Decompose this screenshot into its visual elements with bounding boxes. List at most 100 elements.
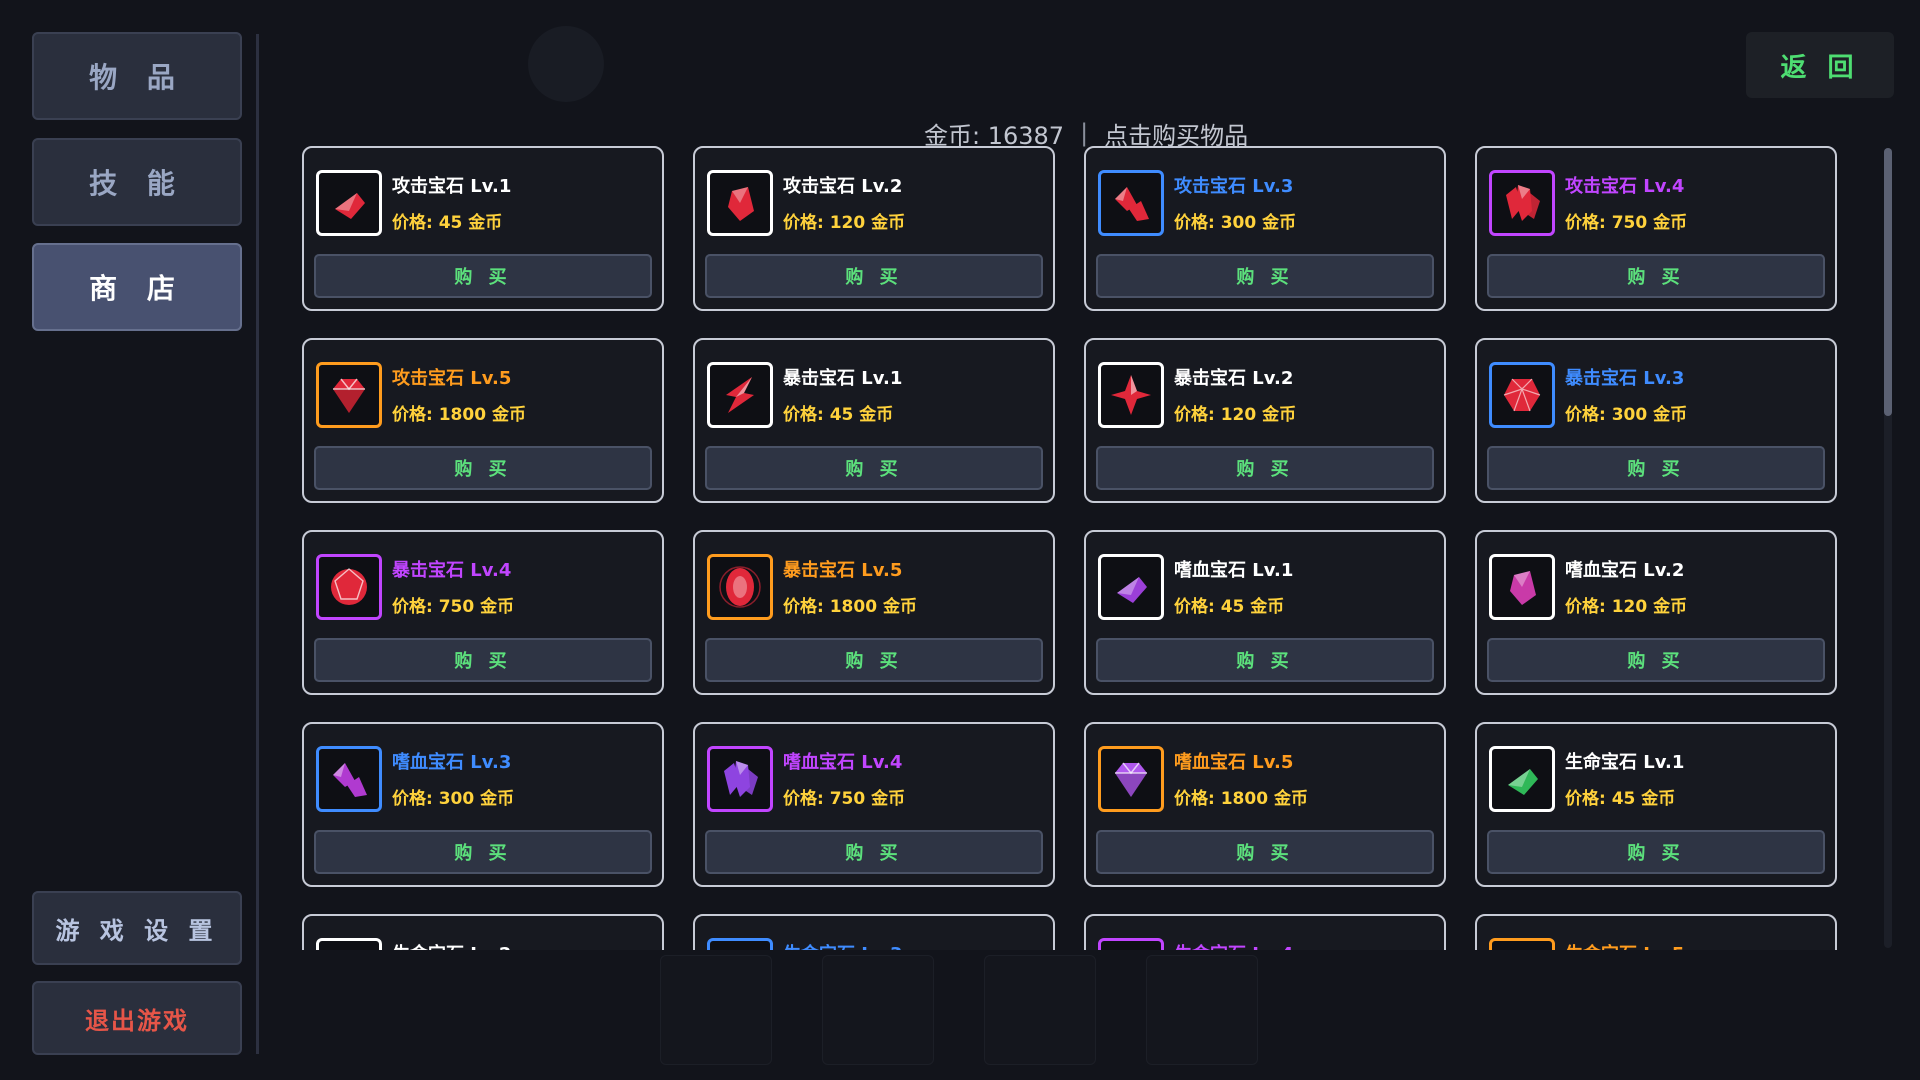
shop-item-card: 嗜血宝石 Lv.5 价格: 1800 金币购 买	[1084, 722, 1446, 887]
shard-crystal-icon	[707, 170, 773, 236]
item-name: 嗜血宝石 Lv.4	[783, 752, 903, 773]
buy-button[interactable]: 购 买	[1096, 254, 1434, 298]
background-skill-slot	[1146, 955, 1258, 1065]
game-settings-button[interactable]: 游 戏 设 置	[32, 891, 242, 965]
shop-item-card: 嗜血宝石 Lv.3 价格: 300 金币购 买	[302, 722, 664, 887]
back-button[interactable]: 返 回	[1746, 32, 1894, 98]
item-name: 攻击宝石 Lv.4	[1565, 176, 1685, 197]
shard-crystal-icon	[1489, 554, 1555, 620]
shard-pair-icon	[1098, 170, 1164, 236]
buy-button[interactable]: 购 买	[705, 638, 1043, 682]
shard-pair-icon	[316, 746, 382, 812]
item-name: 嗜血宝石 Lv.2	[1565, 560, 1685, 581]
sidebar-divider	[256, 34, 259, 1054]
item-name: 生命宝石 Lv.3	[783, 940, 902, 950]
shop-item-card: 攻击宝石 Lv.1 价格: 45 金币购 买	[302, 146, 664, 311]
shard-crystal-icon	[316, 938, 382, 950]
item-name: 攻击宝石 Lv.2	[783, 176, 903, 197]
background-skill-slot	[984, 955, 1096, 1065]
shop-item-card: 暴击宝石 Lv.3 价格: 300 金币购 买	[1475, 338, 1837, 503]
shop-scrollbar[interactable]	[1884, 148, 1892, 948]
item-price: 价格: 1800 金币	[1174, 789, 1308, 809]
diamond-gem-icon	[316, 362, 382, 428]
shop-item-card: 攻击宝石 Lv.5 价格: 1800 金币购 买	[302, 338, 664, 503]
background-skill-slot	[822, 955, 934, 1065]
item-price: 价格: 300 金币	[1565, 405, 1688, 425]
item-price: 价格: 750 金币	[392, 597, 515, 617]
item-price: 价格: 45 金币	[1174, 597, 1285, 617]
item-name: 暴击宝石 Lv.1	[783, 368, 903, 389]
item-price: 价格: 120 金币	[1565, 597, 1688, 617]
buy-button[interactable]: 购 买	[1096, 830, 1434, 874]
buy-button[interactable]: 购 买	[1096, 638, 1434, 682]
shop-item-list[interactable]: 攻击宝石 Lv.1 价格: 45 金币购 买攻击宝石 Lv.2 价格: 120 金币…	[300, 146, 1840, 950]
side-menu: 物 品 技 能 商 店 游 戏 设 置 退出游戏	[0, 0, 262, 1080]
buy-button[interactable]: 购 买	[1487, 830, 1825, 874]
item-name: 生命宝石 Lv.4	[1174, 940, 1293, 950]
shop-item-card: 嗜血宝石 Lv.1 价格: 45 金币购 买	[1084, 530, 1446, 695]
shop-item-card: 生命宝石 Lv.5购 买	[1475, 914, 1837, 950]
item-name: 嗜血宝石 Lv.1	[1174, 560, 1294, 581]
item-name: 暴击宝石 Lv.5	[783, 560, 903, 581]
shop-item-card: 暴击宝石 Lv.5 价格: 1800 金币购 买	[693, 530, 1055, 695]
item-price: 价格: 45 金币	[1565, 789, 1676, 809]
shop-item-card: 嗜血宝石 Lv.2 价格: 120 金币购 买	[1475, 530, 1837, 695]
shop-grid: 攻击宝石 Lv.1 价格: 45 金币购 买攻击宝石 Lv.2 价格: 120 金币…	[300, 146, 1840, 950]
buy-button[interactable]: 购 买	[705, 254, 1043, 298]
item-name: 生命宝石 Lv.5	[1565, 940, 1684, 950]
buy-button[interactable]: 购 买	[1096, 446, 1434, 490]
buy-button[interactable]: 购 买	[705, 446, 1043, 490]
buy-button[interactable]: 购 买	[314, 638, 652, 682]
shop-item-card: 暴击宝石 Lv.2 价格: 120 金币购 买	[1084, 338, 1446, 503]
crystal-cluster-icon	[707, 746, 773, 812]
background-skill-slot	[660, 955, 772, 1065]
item-name: 暴击宝石 Lv.4	[392, 560, 512, 581]
item-price: 价格: 750 金币	[1565, 213, 1688, 233]
item-name: 暴击宝石 Lv.3	[1565, 368, 1685, 389]
exit-game-button[interactable]: 退出游戏	[32, 981, 242, 1055]
item-name: 嗜血宝石 Lv.5	[1174, 752, 1294, 773]
oval-gem-icon	[707, 554, 773, 620]
item-name: 攻击宝石 Lv.5	[392, 368, 512, 389]
buy-button[interactable]: 购 买	[1487, 446, 1825, 490]
crystal-cluster-icon	[1489, 170, 1555, 236]
item-name: 攻击宝石 Lv.1	[392, 176, 512, 197]
buy-button[interactable]: 购 买	[705, 830, 1043, 874]
shop-item-card: 生命宝石 Lv.2购 买	[302, 914, 664, 950]
item-name: 攻击宝石 Lv.3	[1174, 176, 1294, 197]
diamond-gem-icon	[1489, 938, 1555, 950]
item-name: 暴击宝石 Lv.2	[1174, 368, 1294, 389]
item-name: 嗜血宝石 Lv.3	[392, 752, 512, 773]
item-name: 生命宝石 Lv.2	[392, 940, 511, 950]
shop-item-card: 攻击宝石 Lv.4 价格: 750 金币购 买	[1475, 146, 1837, 311]
item-price: 价格: 120 金币	[783, 213, 906, 233]
shop-item-card: 暴击宝石 Lv.1 价格: 45 金币购 买	[693, 338, 1055, 503]
buy-button[interactable]: 购 买	[1487, 254, 1825, 298]
menu-tab-items[interactable]: 物 品	[32, 32, 242, 120]
scrollbar-thumb[interactable]	[1884, 148, 1892, 416]
menu-tab-skills[interactable]: 技 能	[32, 138, 242, 226]
spike-shard-icon	[707, 362, 773, 428]
menu-tab-shop[interactable]: 商 店	[32, 243, 242, 331]
shard-pair-icon	[707, 938, 773, 950]
item-price: 价格: 45 金币	[392, 213, 503, 233]
buy-button[interactable]: 购 买	[314, 254, 652, 298]
item-price: 价格: 300 金币	[1174, 213, 1297, 233]
item-price: 价格: 1800 金币	[392, 405, 526, 425]
separator: |	[1080, 119, 1089, 147]
buy-button[interactable]: 购 买	[314, 830, 652, 874]
buy-button[interactable]: 购 买	[1487, 638, 1825, 682]
buy-button[interactable]: 购 买	[314, 446, 652, 490]
item-price: 价格: 1800 金币	[783, 597, 917, 617]
shop-item-card: 攻击宝石 Lv.2 价格: 120 金币购 买	[693, 146, 1055, 311]
faceted-gem-icon	[1489, 362, 1555, 428]
item-price: 价格: 300 金币	[392, 789, 515, 809]
shard-small-icon	[1489, 746, 1555, 812]
shard-small-icon	[316, 170, 382, 236]
item-price: 价格: 120 金币	[1174, 405, 1297, 425]
item-price: 价格: 45 金币	[783, 405, 894, 425]
shard-small-icon	[1098, 554, 1164, 620]
shop-item-card: 攻击宝石 Lv.3 价格: 300 金币购 买	[1084, 146, 1446, 311]
shop-info-line: 金币: 16387 | 点击购买物品	[924, 116, 1248, 150]
shop-item-card: 生命宝石 Lv.3购 买	[693, 914, 1055, 950]
